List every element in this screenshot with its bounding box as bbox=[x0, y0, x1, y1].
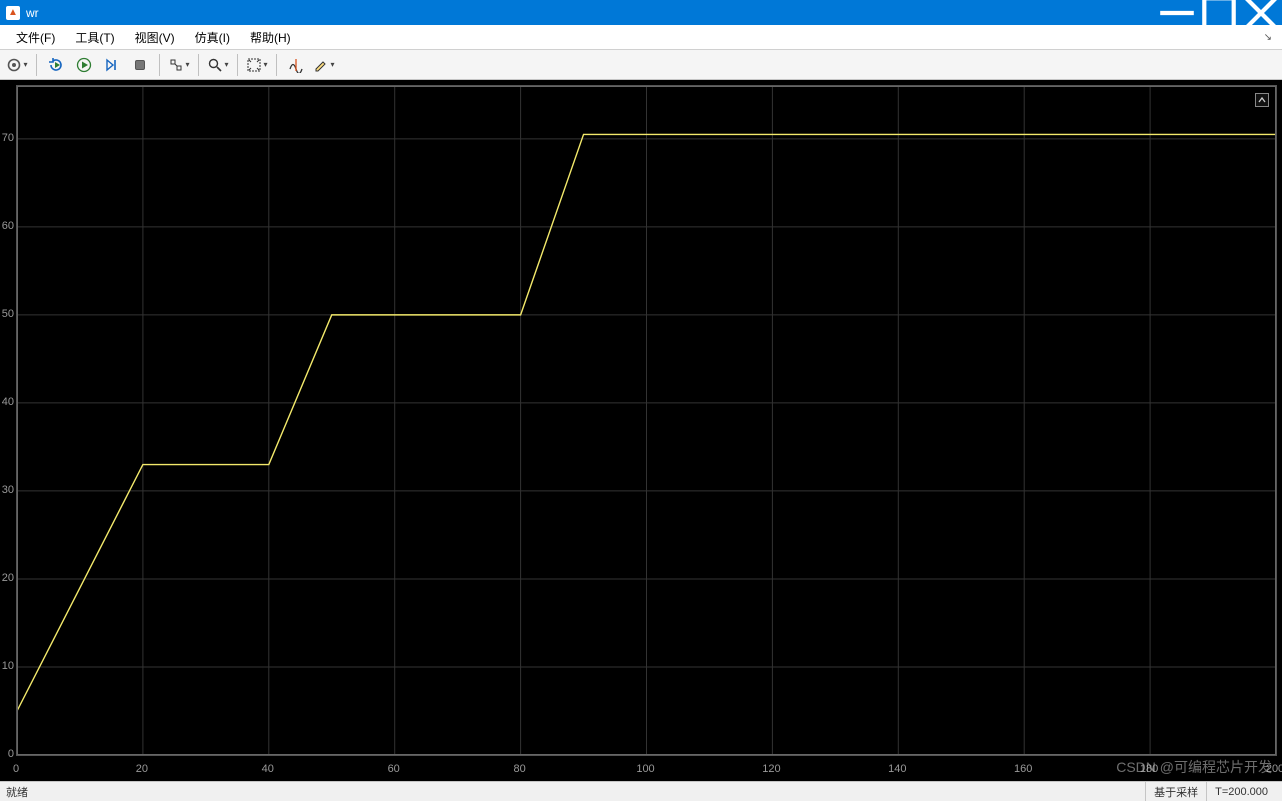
restart-icon bbox=[48, 57, 64, 73]
status-ready: 就绪 bbox=[6, 784, 28, 800]
chart-axes[interactable] bbox=[16, 85, 1277, 756]
zoom-button[interactable]: ▾ bbox=[205, 53, 231, 77]
y-tick-label: 0 bbox=[0, 748, 14, 760]
x-tick-label: 160 bbox=[1014, 763, 1032, 775]
menu-bar: 文件(F) 工具(T) 视图(V) 仿真(I) 帮助(H) ↘ bbox=[0, 25, 1282, 50]
menu-file[interactable]: 文件(F) bbox=[6, 27, 65, 48]
legend-toggle[interactable] bbox=[1255, 93, 1269, 107]
x-tick-label: 60 bbox=[388, 763, 400, 775]
y-tick-label: 50 bbox=[0, 308, 14, 320]
menu-corner-icon[interactable]: ↘ bbox=[1264, 32, 1276, 43]
trigger-button[interactable]: ▾ bbox=[166, 53, 192, 77]
close-button[interactable] bbox=[1240, 0, 1282, 25]
line-chart bbox=[17, 86, 1276, 755]
maximize-button[interactable] bbox=[1198, 0, 1240, 25]
measure-button[interactable] bbox=[283, 53, 309, 77]
y-tick-label: 20 bbox=[0, 572, 14, 584]
highlight-icon bbox=[313, 57, 329, 73]
play-icon bbox=[76, 57, 92, 73]
menu-help[interactable]: 帮助(H) bbox=[240, 27, 301, 48]
y-tick-label: 60 bbox=[0, 220, 14, 232]
x-tick-label: 200 bbox=[1266, 763, 1282, 775]
zoom-icon bbox=[207, 57, 223, 73]
status-sample: 基于采样 bbox=[1145, 782, 1206, 801]
chevron-up-icon bbox=[1257, 95, 1267, 105]
y-tick-label: 70 bbox=[0, 132, 14, 144]
menu-view[interactable]: 视图(V) bbox=[125, 27, 185, 48]
window-title: wr bbox=[26, 6, 1156, 20]
autoscale-icon bbox=[246, 57, 262, 73]
menu-tools[interactable]: 工具(T) bbox=[65, 27, 124, 48]
trigger-icon bbox=[168, 57, 184, 73]
scope-area: 0 10 20 30 40 50 60 70 0 20 40 60 80 100 120 140 160 180… bbox=[0, 80, 1282, 781]
settings-button[interactable]: ▾ bbox=[4, 53, 30, 77]
highlight-button[interactable]: ▾ bbox=[311, 53, 337, 77]
step-button[interactable] bbox=[99, 53, 125, 77]
status-bar: 就绪 基于采样 T=200.000 bbox=[0, 781, 1282, 801]
stop-icon bbox=[132, 57, 148, 73]
y-tick-label: 10 bbox=[0, 660, 14, 672]
y-tick-label: 30 bbox=[0, 484, 14, 496]
minimize-button[interactable] bbox=[1156, 0, 1198, 25]
step-forward-icon bbox=[104, 57, 120, 73]
x-tick-label: 140 bbox=[888, 763, 906, 775]
ruler-icon bbox=[288, 57, 304, 73]
x-tick-label: 180 bbox=[1140, 763, 1158, 775]
scope-background: 0 10 20 30 40 50 60 70 0 20 40 60 80 100 120 140 160 180… bbox=[0, 80, 1282, 781]
app-icon: ▲ bbox=[6, 6, 20, 20]
y-tick-label: 40 bbox=[0, 396, 14, 408]
autoscale-button[interactable]: ▾ bbox=[244, 53, 270, 77]
run-button[interactable] bbox=[71, 53, 97, 77]
x-tick-label: 0 bbox=[13, 763, 19, 775]
toolbar: ▾ ▾ ▾ ▾ ▾ bbox=[0, 50, 1282, 80]
gear-icon bbox=[6, 57, 22, 73]
x-tick-label: 40 bbox=[262, 763, 274, 775]
restart-button[interactable] bbox=[43, 53, 69, 77]
x-tick-label: 80 bbox=[513, 763, 525, 775]
title-bar: ▲ wr bbox=[0, 0, 1282, 25]
x-tick-label: 100 bbox=[636, 763, 654, 775]
x-tick-label: 20 bbox=[136, 763, 148, 775]
status-time: T=200.000 bbox=[1206, 782, 1276, 801]
stop-button[interactable] bbox=[127, 53, 153, 77]
x-tick-label: 120 bbox=[762, 763, 780, 775]
menu-sim[interactable]: 仿真(I) bbox=[185, 27, 240, 48]
